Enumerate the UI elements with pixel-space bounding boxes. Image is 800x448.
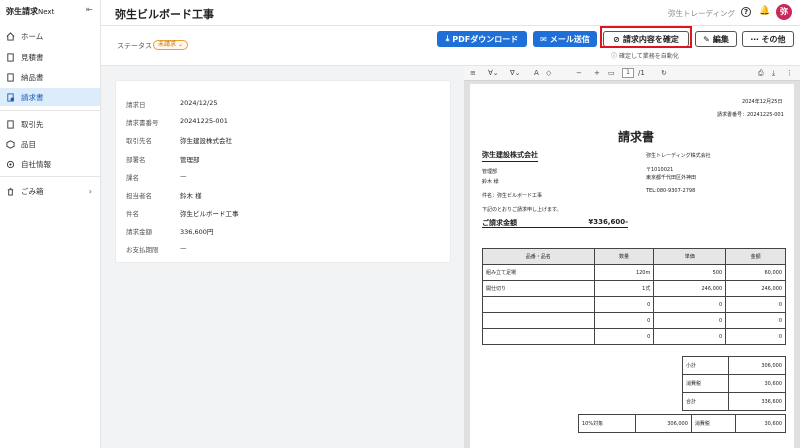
rotate-icon[interactable]: ↻ <box>661 69 667 77</box>
table-row: 000 <box>482 296 786 313</box>
invoice-date: 2024年12月25日 <box>742 99 783 105</box>
sidebar-item-trash[interactable]: ごみ箱 › <box>0 182 100 200</box>
invoice-subject: 件名：弥生ビルボード工事 <box>482 193 543 199</box>
menu-icon[interactable]: ≡ <box>470 69 476 77</box>
summary-row: 消費税 30,600 <box>682 374 787 393</box>
highlight-box <box>600 26 692 48</box>
pencil-icon: ✎ <box>703 34 710 44</box>
collapse-sidebar-icon[interactable]: ⇤ <box>86 5 93 14</box>
issuer-name: 弥生トレーディング株式会社 <box>646 153 711 159</box>
gear-icon <box>6 160 15 169</box>
summary-row: 合計 336,600 <box>682 392 787 411</box>
table-row: 000 <box>482 328 786 345</box>
zoom-in-icon[interactable]: + <box>594 69 600 77</box>
document-icon <box>6 72 15 82</box>
sidebar-item-clients[interactable]: 取引先 <box>0 115 100 133</box>
invoice-document: 2024年12月25日 請求書番号：20241225-001 請求書 弥生建設株… <box>470 84 794 448</box>
invoice-icon <box>6 92 15 102</box>
total-amount: ご請求金額 ¥336,600- <box>482 218 628 228</box>
draw-tool-icon[interactable]: ∇⌄ <box>510 69 521 77</box>
pdf-viewer: ≡ ∀⌄ ∇⌄ A ◇ − + ▭ 1 /1 ↻ ⎙ ⤓ ⋮ 2024年12月2… <box>464 66 800 448</box>
viewer-toolbar: ≡ ∀⌄ ∇⌄ A ◇ − + ▭ 1 /1 ↻ ⎙ ⤓ ⋮ <box>464 66 800 81</box>
app-logo[interactable]: 弥生請求Next <box>6 6 54 17</box>
page-title: 弥生ビルボード工事 <box>115 8 214 21</box>
issuer-address: 東京都千代田区外神田 <box>646 175 697 181</box>
client-person: 鈴木 様 <box>482 179 499 185</box>
avatar[interactable]: 弥 <box>776 4 792 20</box>
more-button[interactable]: ⋯ その他 <box>742 31 794 47</box>
header: 弥生ビルボード工事 弥生トレーディング ? 🔔 弥 <box>101 0 800 26</box>
invoice-title: 請求書 <box>618 130 655 144</box>
invoice-info-card: 請求日 2024/12/25 請求書番号 20241225-001 取引先名 弥生建設… <box>115 80 451 263</box>
status-badge[interactable]: 未請求 ⌄ <box>153 40 188 50</box>
building-icon <box>6 119 15 129</box>
print-icon[interactable]: ⎙ <box>758 69 764 78</box>
download-icon: ⤓ <box>445 34 450 43</box>
more-icon: ⋯ <box>750 34 759 44</box>
company-name[interactable]: 弥生トレーディング <box>668 8 735 19</box>
issuer-tel: TEL:080-9307-2798 <box>646 188 696 194</box>
send-email-button[interactable]: ✉ メール送信 <box>533 31 597 47</box>
sidebar-item-company-info[interactable]: 自社情報 <box>0 155 100 173</box>
download-icon[interactable]: ⤓ <box>772 69 775 78</box>
sidebar: 弥生請求Next ⇤ ホーム 見積書 納品書 請求書 取引先 品目 自社情報 ご… <box>0 0 101 448</box>
mail-icon: ✉ <box>540 34 547 44</box>
page-number-input[interactable]: 1 <box>622 68 634 78</box>
home-icon <box>6 31 15 41</box>
invoice-number: 請求書番号：20241225-001 <box>717 112 784 118</box>
text-tool-icon[interactable]: A <box>534 69 539 77</box>
chevron-down-icon: ⌄ <box>177 41 183 48</box>
table-row: 組み立て足場 120m 500 60,000 <box>482 264 786 281</box>
help-icon[interactable]: ? <box>741 7 751 17</box>
trash-icon <box>6 187 15 196</box>
client-name: 弥生建設株式会社 <box>482 150 538 162</box>
invoice-note: 下記のとおりご請求申し上げます。 <box>482 207 562 213</box>
status-label: ステータス <box>117 42 152 50</box>
confirm-hint: ⓘ 確定して業務を自動化 <box>611 53 679 60</box>
document-icon <box>6 52 15 62</box>
client-dept: 管理部 <box>482 169 498 175</box>
issuer-zip: 〒1010021 <box>646 167 674 173</box>
bell-icon[interactable]: 🔔 <box>759 6 770 16</box>
more-icon[interactable]: ⋮ <box>786 69 793 77</box>
fit-page-icon[interactable]: ▭ <box>608 69 615 77</box>
edit-button[interactable]: ✎ 編集 <box>695 31 737 47</box>
divider <box>0 176 100 177</box>
pdf-download-button[interactable]: ⤓ PDFダウンロード <box>437 31 527 47</box>
sidebar-item-delivery[interactable]: 納品書 <box>0 68 100 86</box>
summary-table: 小計 306,000 消費税 30,600 合計 336,600 <box>682 356 787 411</box>
table-header-row: 品番・品名 数量 単価 金額 <box>482 248 786 265</box>
chevron-right-icon: › <box>88 186 92 196</box>
table-row: 000 <box>482 312 786 329</box>
divider <box>0 110 100 111</box>
sidebar-item-products[interactable]: 品目 <box>0 135 100 153</box>
tax-row: 10%対象 306,000 消費税 30,600 <box>578 414 786 433</box>
items-table: 品番・品名 数量 単価 金額 組み立て足場 120m 500 60,000 開仕切り 1… <box>482 248 786 345</box>
table-row: 開仕切り 1式 246,000 246,000 <box>482 280 786 297</box>
sidebar-item-estimates[interactable]: 見積書 <box>0 48 100 66</box>
action-toolbar: ステータス 未請求 ⌄ ⤓ PDFダウンロード ✉ メール送信 ⊘ 請求内容を確定 ✎… <box>101 26 800 66</box>
page-total: /1 <box>638 69 645 77</box>
sidebar-item-invoices[interactable]: 請求書 <box>0 88 100 106</box>
sidebar-item-home[interactable]: ホーム <box>0 27 100 45</box>
box-icon <box>6 139 15 149</box>
highlight-tool-icon[interactable]: ∀⌄ <box>488 69 499 77</box>
zoom-out-icon[interactable]: − <box>576 69 582 77</box>
erase-tool-icon[interactable]: ◇ <box>546 69 551 77</box>
tax-table: 10%対象 306,000 消費税 30,600 <box>578 414 786 433</box>
info-icon: ⓘ <box>611 53 618 60</box>
summary-row: 小計 306,000 <box>682 356 787 375</box>
